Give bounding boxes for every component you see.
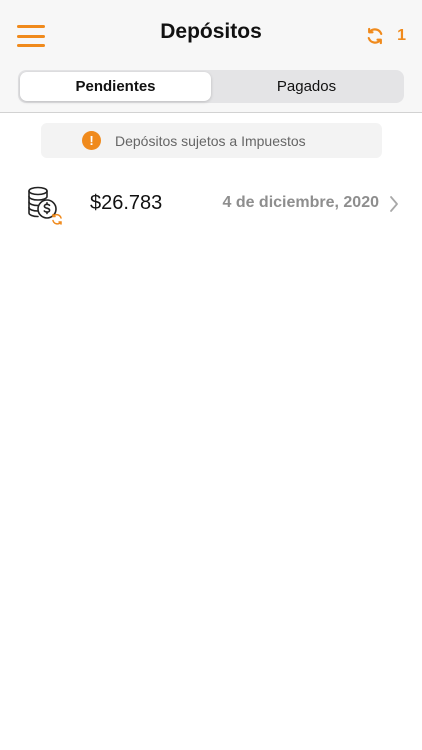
- page-title: Depósitos: [160, 20, 262, 43]
- deposits-screen: Depósitos 1 Pendientes Pagados ! Depósit…: [0, 0, 422, 750]
- coins-dollar-sync-icon: [28, 186, 62, 225]
- banner-text: Depósitos sujetos a Impuestos: [115, 132, 306, 149]
- warning-icon: !: [82, 131, 101, 150]
- deposit-date: 4 de diciembre, 2020: [222, 194, 379, 211]
- menu-bar: [17, 44, 45, 47]
- chevron-right-icon: [390, 196, 398, 212]
- deposit-row[interactable]: $26.783 4 de diciembre, 2020: [0, 180, 422, 228]
- tab-pagados[interactable]: Pagados: [211, 72, 402, 101]
- header: Depósitos 1 Pendientes Pagados: [0, 0, 422, 113]
- deposit-amount: $26.783: [90, 192, 163, 214]
- tab-pendientes[interactable]: Pendientes: [20, 72, 211, 101]
- sync-count-badge: 1: [397, 27, 406, 44]
- tax-notice-banner: ! Depósitos sujetos a Impuestos: [41, 123, 382, 158]
- sync-button[interactable]: 1: [365, 24, 406, 48]
- status-segmented-control: Pendientes Pagados: [18, 70, 404, 103]
- sync-icon: [367, 27, 383, 45]
